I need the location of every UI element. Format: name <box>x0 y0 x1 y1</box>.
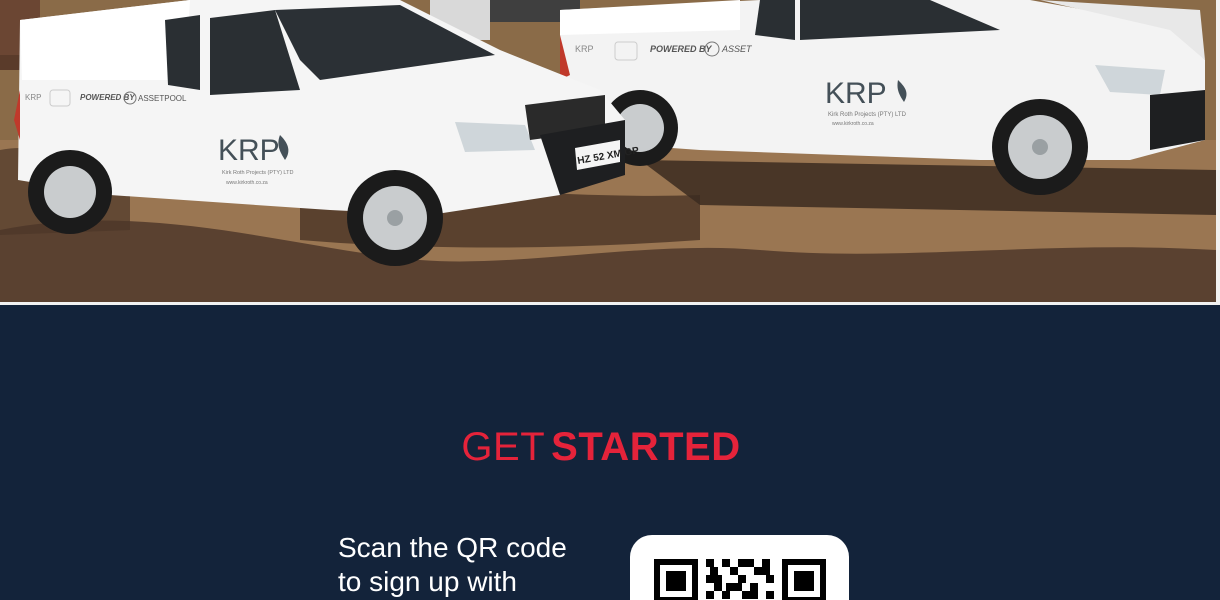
get-started-section: GET STARTED Scan the QR code to sign up w… <box>0 305 1220 600</box>
left-powered-by: POWERED BY <box>80 93 135 102</box>
scan-instructions: Scan the QR code to sign up with <box>338 531 598 599</box>
right-powered-by: POWERED BY <box>650 44 713 54</box>
left-partner-logo: ASSETPOOL <box>138 94 187 103</box>
vehicles-photo: POWERED BY ASSET KRP KRP Kirk Roth Proje… <box>0 0 1216 302</box>
qr-code-icon <box>654 559 826 600</box>
right-company-name: Kirk Roth Projects (PTY) LTD <box>828 112 907 118</box>
get-started-heading: GET STARTED <box>0 423 1202 471</box>
left-krp-logo: KRP <box>218 134 280 167</box>
left-small-brand: KRP <box>25 93 41 102</box>
heading-bold: STARTED <box>551 425 741 469</box>
hero-image: POWERED BY ASSET KRP KRP Kirk Roth Proje… <box>0 0 1216 302</box>
scan-line-2: to sign up with <box>338 566 517 597</box>
qr-code-card[interactable] <box>630 535 849 600</box>
right-partner-logo: ASSET <box>721 44 753 54</box>
heading-light: GET <box>461 425 546 469</box>
left-company-name: Kirk Roth Projects (PTY) LTD <box>222 170 293 176</box>
page: POWERED BY ASSET KRP KRP Kirk Roth Proje… <box>0 0 1220 600</box>
right-small-brand: KRP <box>575 44 594 54</box>
left-website: www.kirkroth.co.za <box>226 180 268 186</box>
right-krp-logo: KRP <box>825 77 887 110</box>
scan-line-1: Scan the QR code <box>338 532 567 563</box>
right-website: www.kirkroth.co.za <box>832 121 874 127</box>
hero-right-border <box>1216 0 1220 305</box>
